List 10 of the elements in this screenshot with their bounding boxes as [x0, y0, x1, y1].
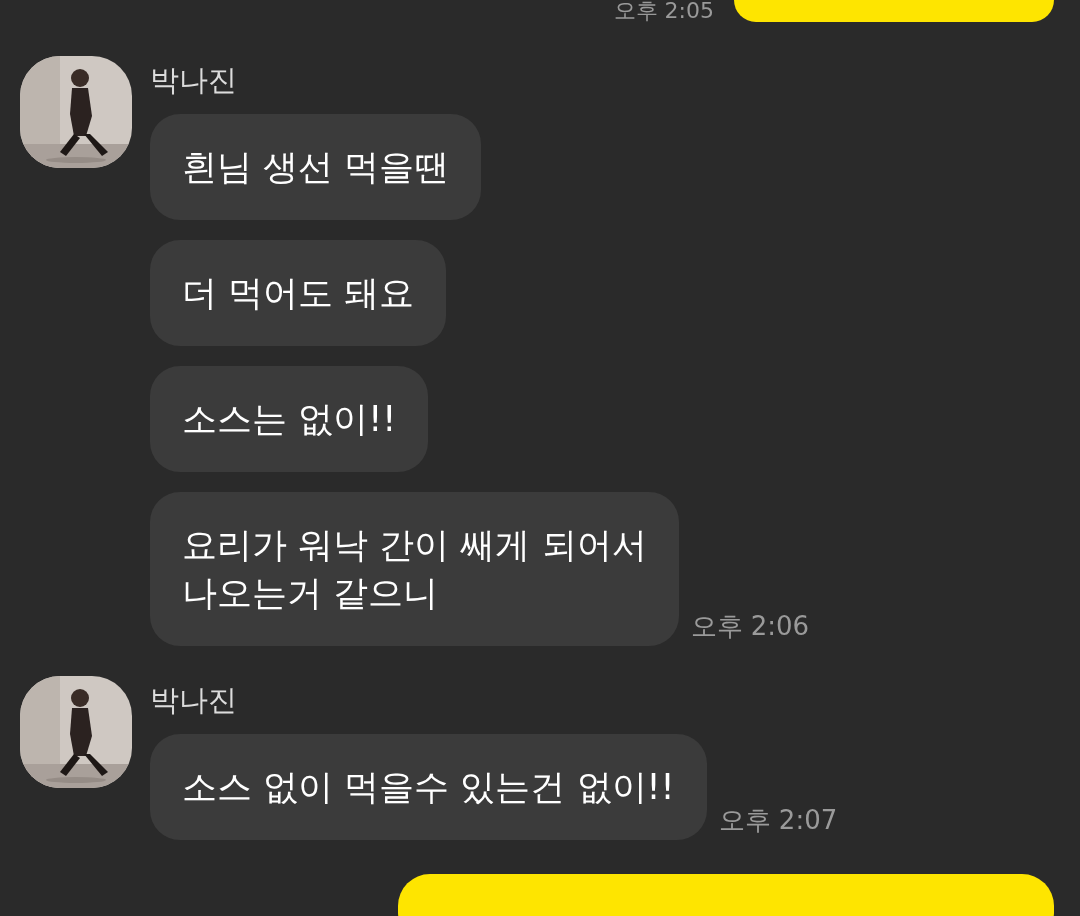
timestamp: 오후 2:07	[718, 804, 838, 837]
message-bubble: 더 먹어도 돼요	[150, 240, 447, 346]
timestamp: 오후 2:05	[613, 0, 714, 22]
message-bubble: 소스는 없이!!	[150, 366, 429, 472]
message-bubble: 흰님 생선 먹을땐	[150, 114, 482, 220]
sender-name: 박나진	[150, 62, 237, 98]
sender-name: 박나진	[150, 682, 237, 718]
message-bubble: 요리가 워낙 간이 쌔게 되어서 나오는거 같으니	[150, 492, 679, 646]
timestamp: 오후 2:06	[690, 610, 810, 643]
message-bubble: 소스 없이 먹을수 있는건 없이!!	[150, 734, 707, 840]
